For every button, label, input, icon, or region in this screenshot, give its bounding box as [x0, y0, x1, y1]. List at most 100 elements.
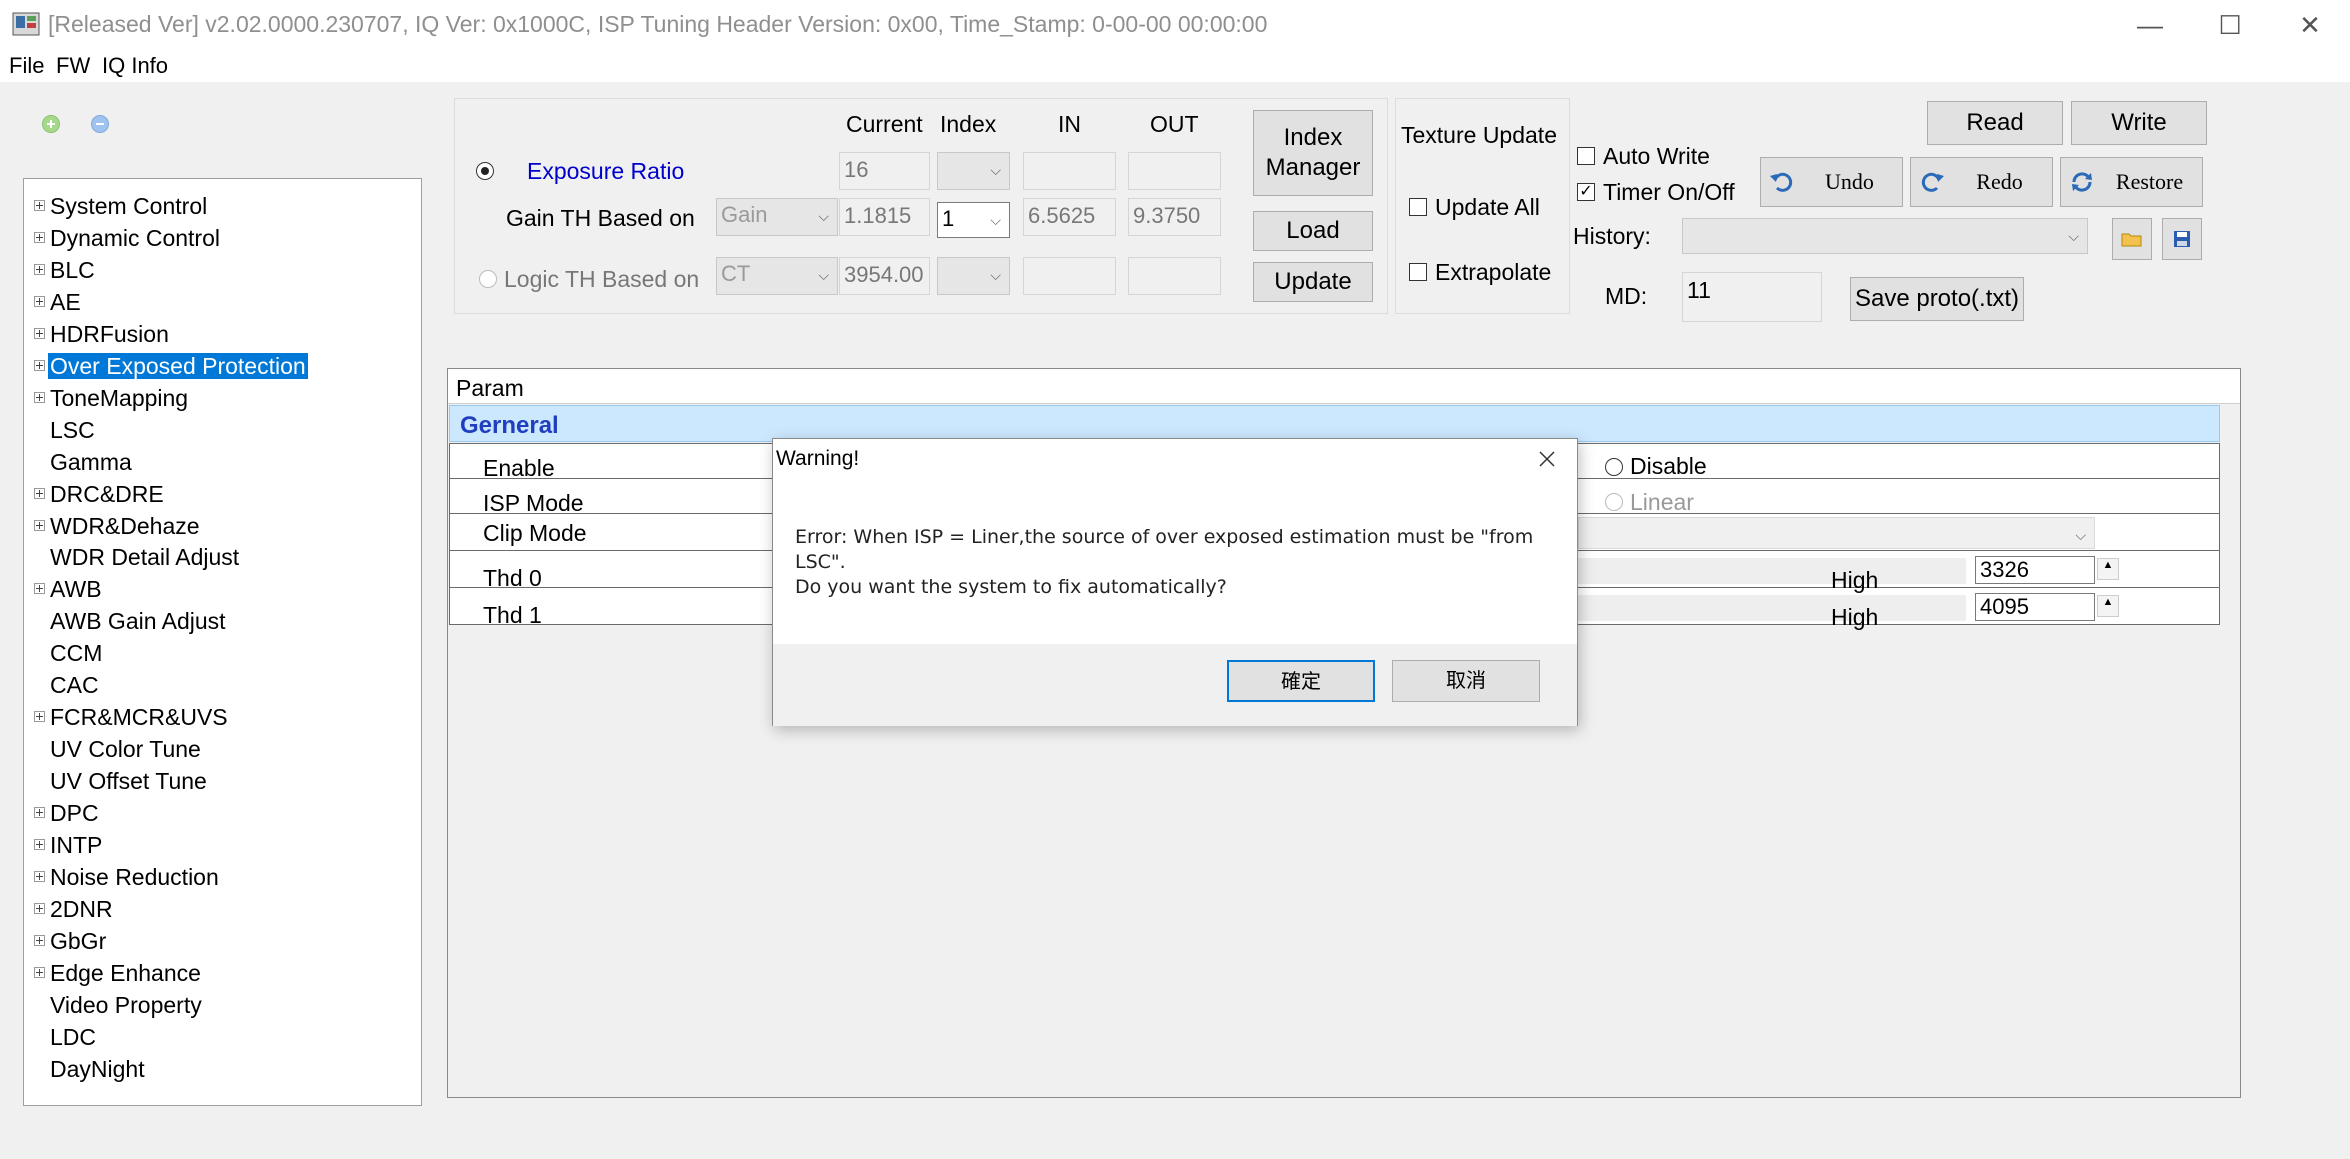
expand-plus-icon[interactable] — [34, 583, 45, 595]
tree-item-noise-reduction[interactable]: Noise Reduction — [34, 862, 221, 892]
section-general-label: Gerneral — [460, 412, 559, 439]
tree-item-ldc[interactable]: LDC — [48, 1022, 98, 1052]
close-button[interactable]: ✕ — [2270, 0, 2350, 52]
thd1-spin-up-icon[interactable]: ▲ — [2097, 595, 2119, 617]
auto-write-checkbox[interactable] — [1577, 147, 1595, 165]
tree-item-uv-color-tune[interactable]: UV Color Tune — [48, 734, 203, 764]
logic-th-source-select[interactable]: CT ⌵ — [716, 257, 838, 295]
tree-item-fcr-mcr-uvs[interactable]: FCR&MCR&UVS — [34, 702, 230, 732]
open-folder-button[interactable] — [2112, 218, 2152, 260]
tree-item-label: GbGr — [50, 927, 107, 954]
tree-item-drc-dre[interactable]: DRC&DRE — [34, 479, 166, 509]
update-all-checkbox[interactable] — [1409, 198, 1427, 216]
expand-all-icon[interactable] — [42, 115, 60, 133]
expand-plus-icon[interactable] — [34, 711, 45, 723]
gain-th-source-select[interactable]: Gain ⌵ — [716, 198, 838, 236]
expand-plus-icon[interactable] — [34, 870, 45, 882]
expand-plus-icon[interactable] — [34, 966, 45, 978]
timer-checkbox[interactable]: ✓ — [1577, 183, 1595, 201]
extrapolate-checkbox[interactable] — [1409, 263, 1427, 281]
tree-item-ae[interactable]: AE — [34, 287, 83, 317]
thd1-high-input[interactable]: 4095 — [1975, 593, 2095, 621]
tree-item-dpc[interactable]: DPC — [34, 798, 101, 828]
expand-plus-icon[interactable] — [34, 902, 45, 914]
dialog-cancel-button[interactable]: 取消 — [1392, 660, 1540, 702]
tree-item-cac[interactable]: CAC — [48, 670, 101, 700]
chevron-down-icon: ⌵ — [818, 208, 829, 224]
thd1-low-slider[interactable] — [1578, 595, 1966, 621]
row-clip-mode-label: Clip Mode — [483, 520, 587, 546]
redo-button[interactable]: Redo — [1910, 157, 2053, 207]
tree-item-awb[interactable]: AWB — [34, 574, 104, 604]
undo-button[interactable]: Undo — [1760, 157, 1903, 207]
expand-plus-icon[interactable] — [34, 200, 45, 211]
section-general[interactable]: Gerneral — [449, 405, 2220, 442]
menu-iq-info[interactable]: IQ Info — [102, 52, 168, 80]
dialog-close-icon[interactable] — [1531, 443, 1563, 475]
tree-item-gamma[interactable]: Gamma — [48, 447, 134, 477]
isp-linear-label: Linear — [1630, 489, 1694, 515]
tree-item-blc[interactable]: BLC — [34, 255, 97, 285]
expand-plus-icon[interactable] — [34, 295, 45, 307]
read-button[interactable]: Read — [1927, 101, 2063, 145]
update-button[interactable]: Update — [1253, 262, 1373, 302]
save-file-button[interactable] — [2162, 218, 2202, 260]
tree-item-daynight[interactable]: DayNight — [48, 1054, 147, 1084]
tree-item-ccm[interactable]: CCM — [48, 638, 104, 668]
dialog-ok-button[interactable]: 確定 — [1227, 660, 1375, 702]
thd0-spin-up-icon[interactable]: ▲ — [2097, 558, 2119, 580]
expand-plus-icon[interactable] — [34, 263, 45, 275]
tree-item-dynamic-control[interactable]: Dynamic Control — [34, 223, 222, 253]
exposure-ratio-radio[interactable] — [476, 162, 494, 180]
restore-button[interactable]: Restore — [2060, 157, 2203, 207]
tree-item-wdr-detail-adjust[interactable]: WDR Detail Adjust — [48, 542, 241, 572]
exposure-ratio-index-select[interactable]: ⌵ — [937, 152, 1010, 190]
enable-disable-radio[interactable] — [1605, 458, 1623, 476]
expand-plus-icon[interactable] — [34, 391, 45, 403]
gain-th-current: 1.1815 — [839, 198, 930, 236]
tree-item-edge-enhance[interactable]: Edge Enhance — [34, 958, 203, 988]
tree-item-awb-gain-adjust[interactable]: AWB Gain Adjust — [48, 606, 228, 636]
tree-item-hdrfusion[interactable]: HDRFusion — [34, 319, 171, 349]
tree-item-tonemapping[interactable]: ToneMapping — [34, 383, 190, 413]
menu-fw[interactable]: FW — [56, 52, 90, 80]
tree-item-wdr-dehaze[interactable]: WDR&Dehaze — [34, 511, 202, 541]
minimize-button[interactable]: — — [2110, 0, 2190, 52]
logic-th-index-select[interactable]: ⌵ — [937, 257, 1010, 295]
tree-item-gbgr[interactable]: GbGr — [34, 926, 108, 956]
gain-th-index-select[interactable]: 1 ⌵ — [937, 202, 1010, 238]
auto-write-label: Auto Write — [1603, 143, 1710, 169]
write-button[interactable]: Write — [2071, 101, 2207, 145]
save-proto-button[interactable]: Save proto(.txt) — [1850, 277, 2024, 321]
tree-item-uv-offset-tune[interactable]: UV Offset Tune — [48, 766, 209, 796]
thd0-high-input[interactable]: 3326 — [1975, 556, 2095, 584]
tree-item-lsc[interactable]: LSC — [48, 415, 97, 445]
module-tree[interactable]: System Control Dynamic Control BLC AE HDRFus… — [23, 178, 422, 1106]
collapse-all-icon[interactable] — [91, 115, 109, 133]
tree-item-intp[interactable]: INTP — [34, 830, 104, 860]
tree-item-label: ToneMapping — [50, 384, 189, 411]
expand-plus-icon[interactable] — [34, 231, 45, 243]
tree-item-video-property[interactable]: Video Property — [48, 990, 204, 1020]
clip-mode-select[interactable]: ⌵ — [1578, 517, 2095, 549]
isp-linear-radio[interactable] — [1605, 493, 1623, 511]
load-button[interactable]: Load — [1253, 211, 1373, 251]
expand-plus-icon[interactable] — [34, 807, 45, 819]
history-select[interactable]: ⌵ — [1682, 218, 2088, 254]
expand-plus-icon[interactable] — [34, 487, 45, 499]
menu-file[interactable]: File — [9, 52, 44, 80]
save-icon — [2174, 231, 2190, 247]
expand-plus-icon[interactable] — [34, 359, 45, 371]
index-manager-button[interactable]: Index Manager — [1253, 110, 1373, 196]
tree-item-over-exposed-protection[interactable]: Over Exposed Protection — [34, 351, 308, 381]
expand-plus-icon[interactable] — [34, 327, 45, 339]
logic-th-radio[interactable] — [479, 270, 497, 288]
maximize-button[interactable]: ☐ — [2190, 0, 2270, 52]
expand-plus-icon[interactable] — [34, 839, 45, 850]
expand-plus-icon[interactable] — [34, 934, 45, 946]
tree-item-system-control[interactable]: System Control — [34, 191, 209, 221]
tree-item-2dnr[interactable]: 2DNR — [34, 894, 115, 924]
thd0-low-slider[interactable] — [1578, 558, 1966, 584]
expand-plus-icon[interactable] — [34, 519, 45, 531]
md-value: 11 — [1682, 272, 1822, 322]
